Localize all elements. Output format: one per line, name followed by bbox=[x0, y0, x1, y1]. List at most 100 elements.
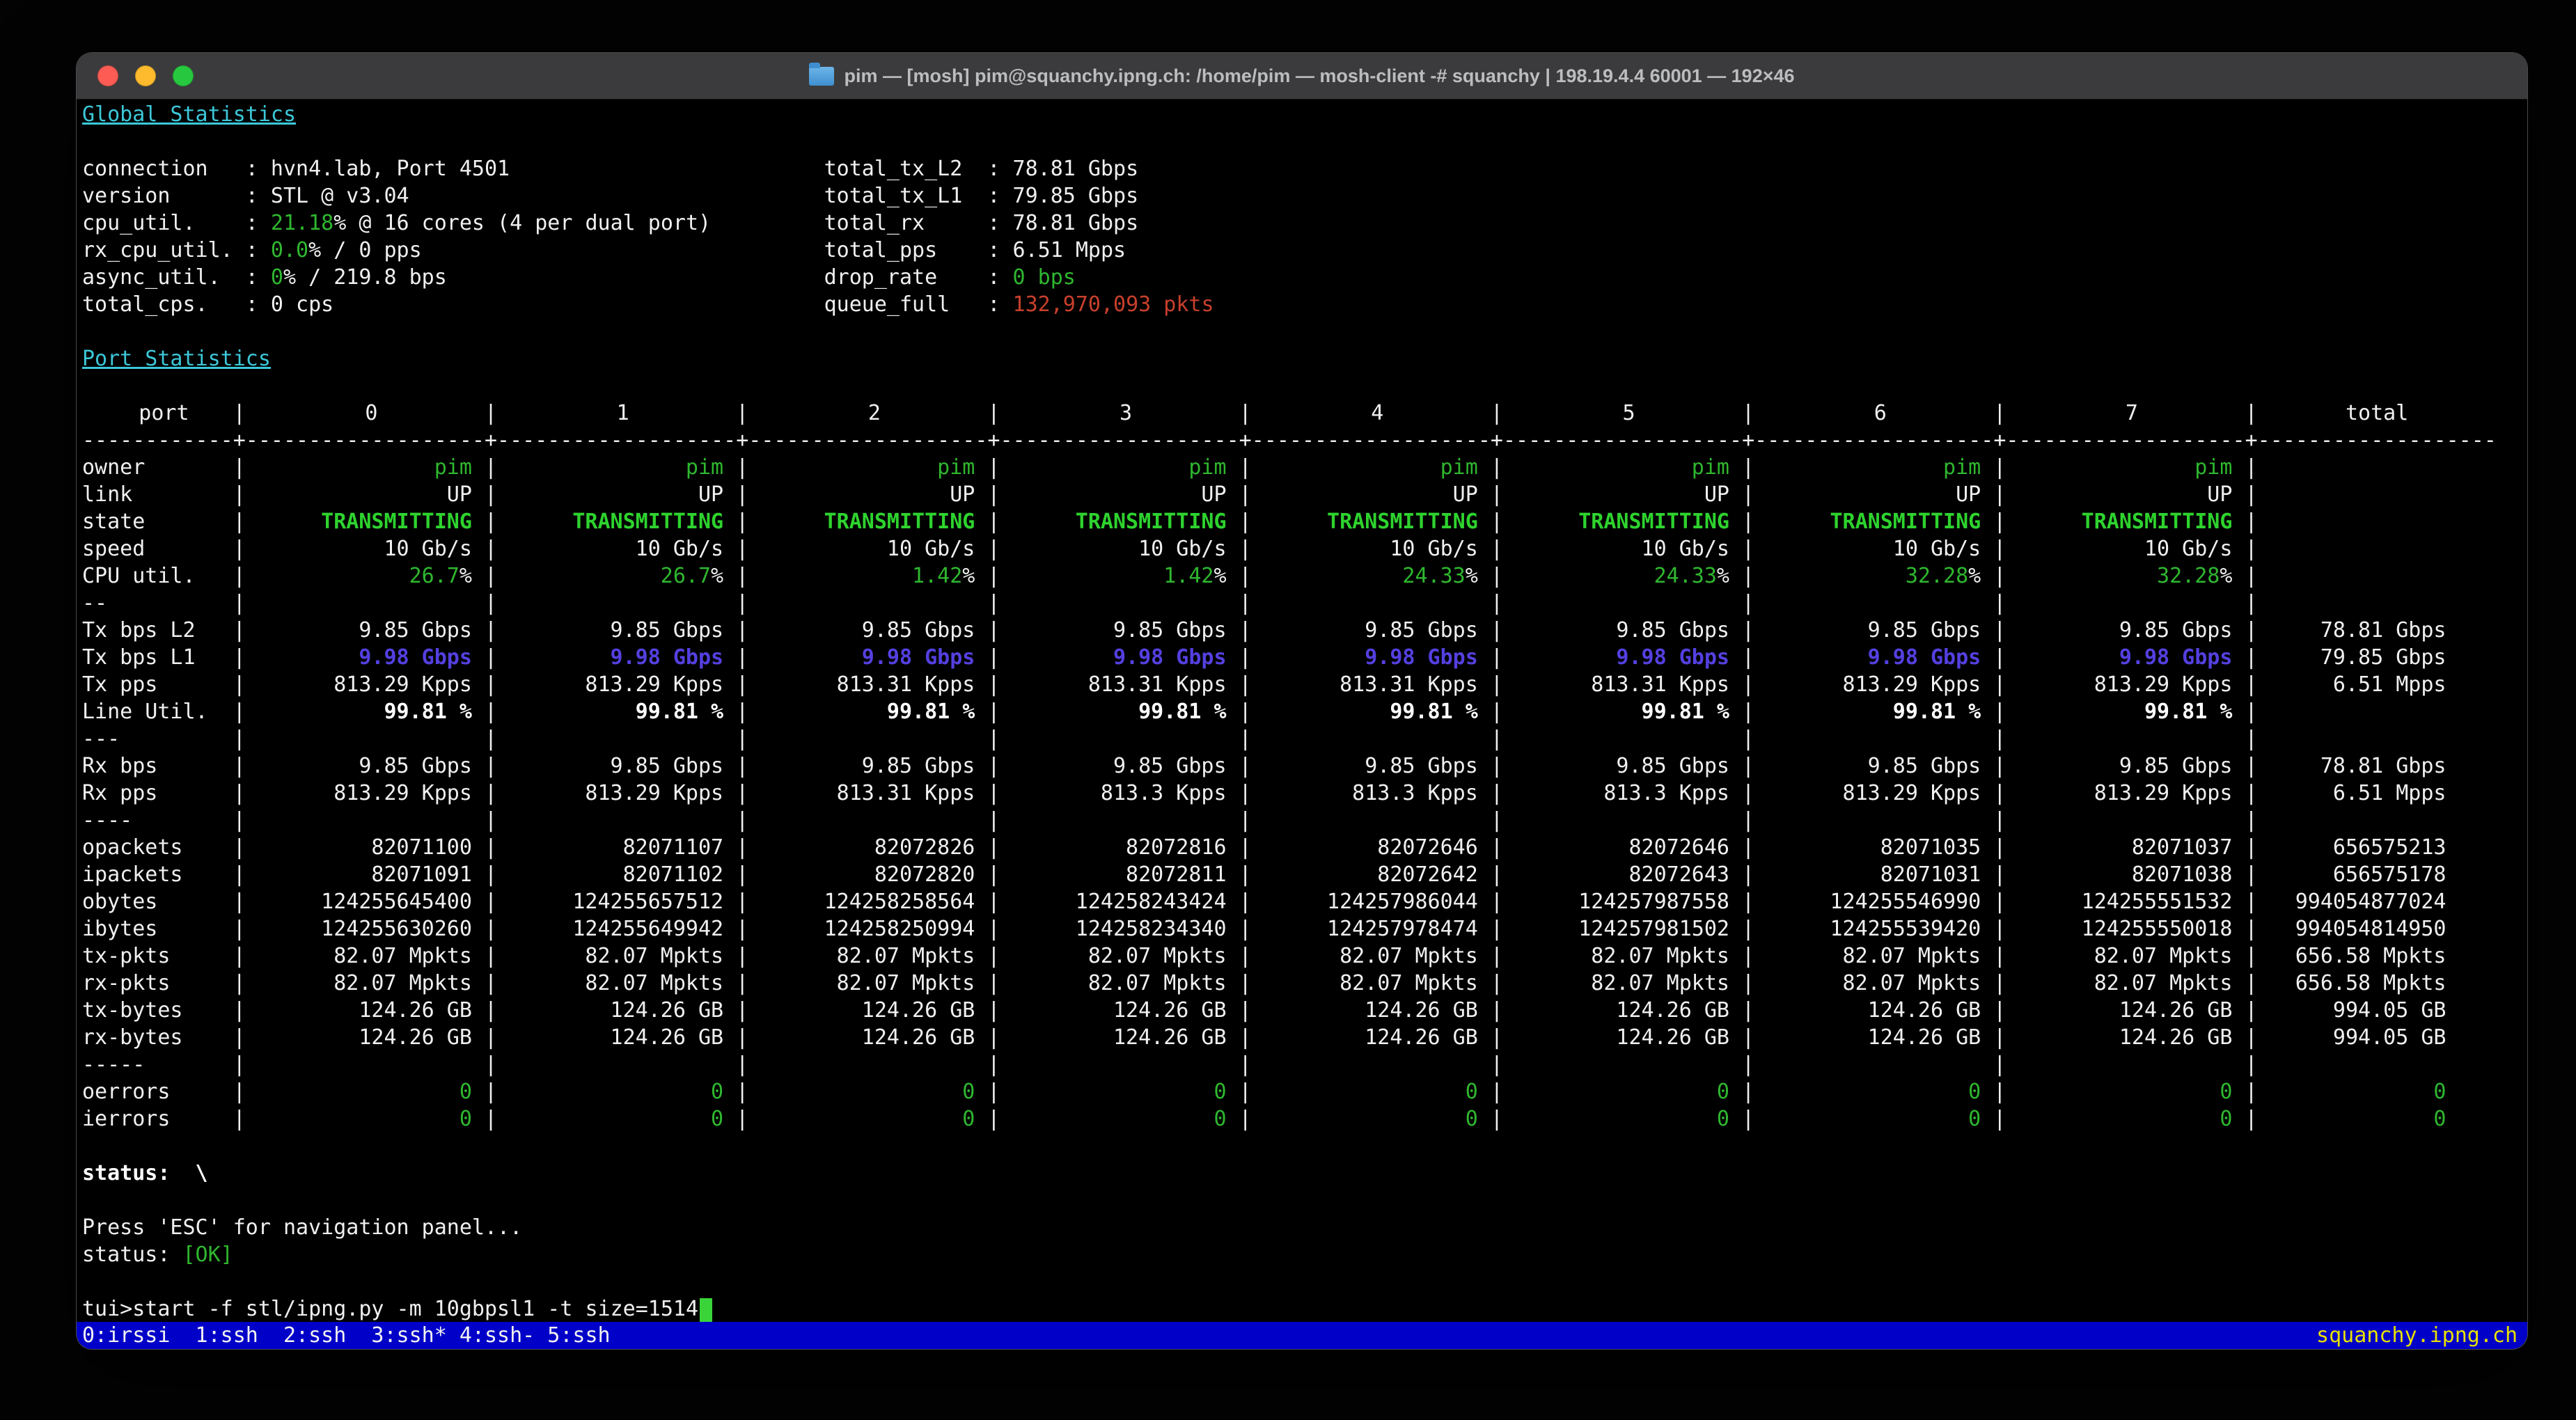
cell-port-5: 82.07 Mpkts | bbox=[1503, 942, 1754, 970]
cell-port-4: 813.3 Kpps | bbox=[1252, 780, 1503, 807]
row-label: --| bbox=[82, 590, 246, 617]
row-label: ---| bbox=[82, 725, 246, 752]
cell-port-6: TRANSMITTING | bbox=[1754, 508, 2006, 535]
row-label: CPU util.| bbox=[82, 562, 246, 590]
cell-port-4: 99.81 % | bbox=[1252, 698, 1503, 725]
row-label: Tx pps| bbox=[82, 671, 246, 698]
cell-total bbox=[2258, 1051, 2497, 1078]
cell-port-3: 813.3 Kpps | bbox=[1000, 780, 1251, 807]
cell-total bbox=[2258, 698, 2497, 725]
cell-port-4: TRANSMITTING | bbox=[1252, 508, 1503, 535]
cell-port-2: 124.26 GB | bbox=[748, 997, 1000, 1024]
close-button[interactable] bbox=[97, 65, 118, 86]
cell-port-7: 82.07 Mpkts | bbox=[2006, 970, 2257, 997]
cell-total bbox=[2258, 454, 2497, 481]
cell-port-5: 24.33% | bbox=[1503, 562, 1754, 590]
cell-total: 0 bbox=[2258, 1078, 2497, 1105]
cell-total: 6.51 Mpps bbox=[2258, 671, 2497, 698]
cell-port-7: 82071037 | bbox=[2006, 834, 2257, 861]
port-row-Txpps: Tx pps|813.29 Kpps |813.29 Kpps |813.31 … bbox=[82, 671, 2527, 698]
screen-statusbar: 0:irssi 1:ssh 2:ssh 3:ssh* 4:ssh- 5:ssh … bbox=[77, 1322, 2527, 1349]
cell-port-7: 124.26 GB | bbox=[2006, 997, 2257, 1024]
table-separator-line: ------------+-------------------+-------… bbox=[82, 427, 2527, 454]
cell-port-0: 99.81 % | bbox=[246, 698, 497, 725]
port-row-oerrors: oerrors|0 |0 |0 |0 |0 |0 |0 |0 |0 bbox=[82, 1078, 2527, 1105]
cell-port-7: 99.81 % | bbox=[2006, 698, 2257, 725]
cell-port-5: 10 Gb/s | bbox=[1503, 535, 1754, 562]
cell-port-5: 9.85 Gbps | bbox=[1503, 617, 1754, 644]
cell-port-3: 9.98 Gbps | bbox=[1000, 644, 1251, 671]
cell-port-5: 124.26 GB | bbox=[1503, 997, 1754, 1024]
global-stat-row-version: version: STL @ v3.04total_tx_L1: 79.85 G… bbox=[82, 182, 2527, 210]
cell-port-1: 0 | bbox=[497, 1105, 748, 1133]
cell-port-1: UP | bbox=[497, 481, 748, 508]
cell-port-1: 124255649942 | bbox=[497, 915, 748, 942]
cell-port-6: | bbox=[1754, 590, 2006, 617]
cell-port-0: 82.07 Mpkts | bbox=[246, 942, 497, 970]
cell-port-3: pim | bbox=[1000, 454, 1251, 481]
cell-port-5: 124.26 GB | bbox=[1503, 1024, 1754, 1051]
global-stat-right-total_tx_L2: total_tx_L2: 78.81 Gbps bbox=[824, 155, 1139, 182]
cell-port-3: | bbox=[1000, 725, 1251, 752]
cell-port-6: 124255546990 | bbox=[1754, 888, 2006, 915]
cell-port-2: UP | bbox=[748, 481, 1000, 508]
status-spinner-line: status: \ bbox=[82, 1160, 2527, 1187]
cell-port-7: 124255550018 | bbox=[2006, 915, 2257, 942]
global-stat-right-total_pps: total_pps: 6.51 Mpps bbox=[824, 237, 1126, 264]
cell-port-7: | bbox=[2006, 590, 2257, 617]
cell-port-7: UP | bbox=[2006, 481, 2257, 508]
port-row-LineUtil: Line Util.|99.81 % |99.81 % |99.81 % |99… bbox=[82, 698, 2527, 725]
cell-port-1: 10 Gb/s | bbox=[497, 535, 748, 562]
row-label: Tx bps L1| bbox=[82, 644, 246, 671]
global-stat-row-total_cps: total_cps.: 0 cpsqueue_full: 132,970,093… bbox=[82, 291, 2527, 318]
cell-port-0: 82071091 | bbox=[246, 861, 497, 888]
cell-port-0: 124.26 GB | bbox=[246, 1024, 497, 1051]
screen-hostname: squanchy.ipng.ch bbox=[2316, 1322, 2518, 1349]
cell-port-1: 0 | bbox=[497, 1078, 748, 1105]
cell-port-6: 124.26 GB | bbox=[1754, 997, 2006, 1024]
cell-port-5: pim | bbox=[1503, 454, 1754, 481]
column-header-0: 0| bbox=[246, 400, 497, 427]
cell-port-6: UP | bbox=[1754, 481, 2006, 508]
cell-port-0: 10 Gb/s | bbox=[246, 535, 497, 562]
zoom-button[interactable] bbox=[173, 65, 194, 86]
row-label: ierrors| bbox=[82, 1105, 246, 1133]
terminal-screen[interactable]: Global Statisticsconnection: hvn4.lab, P… bbox=[77, 100, 2527, 1322]
cell-port-5: 124257987558 | bbox=[1503, 888, 1754, 915]
cell-port-5: 82072643 | bbox=[1503, 861, 1754, 888]
cell-port-4: 124.26 GB | bbox=[1252, 997, 1503, 1024]
cell-port-0: 124255630260 | bbox=[246, 915, 497, 942]
cell-port-3: 82.07 Mpkts | bbox=[1000, 970, 1251, 997]
column-header-7: 7| bbox=[2006, 400, 2257, 427]
cell-port-4: | bbox=[1252, 590, 1503, 617]
cell-port-2: 124258250994 | bbox=[748, 915, 1000, 942]
cell-port-2: 813.31 Kpps | bbox=[748, 780, 1000, 807]
window-controls bbox=[97, 53, 194, 99]
cell-port-5: 124257981502 | bbox=[1503, 915, 1754, 942]
blank-line bbox=[82, 1268, 2527, 1295]
cell-port-6: 82.07 Mpkts | bbox=[1754, 970, 2006, 997]
column-header-6: 6| bbox=[1754, 400, 2006, 427]
cell-port-7: | bbox=[2006, 1051, 2257, 1078]
cell-port-6: 813.29 Kpps | bbox=[1754, 780, 2006, 807]
cell-port-5: | bbox=[1503, 807, 1754, 834]
minimize-button[interactable] bbox=[135, 65, 156, 86]
cell-port-4: 0 | bbox=[1252, 1105, 1503, 1133]
global-statistics-heading: Global Statistics bbox=[82, 101, 2527, 128]
cell-port-6: 0 | bbox=[1754, 1105, 2006, 1133]
cell-port-2: | bbox=[748, 590, 1000, 617]
row-label: ibytes| bbox=[82, 915, 246, 942]
port-row-obytes: obytes|124255645400 |124255657512 |12425… bbox=[82, 888, 2527, 915]
cell-port-7: 9.98 Gbps | bbox=[2006, 644, 2257, 671]
cell-total: 994054877024 bbox=[2258, 888, 2497, 915]
cell-port-2: 82.07 Mpkts | bbox=[748, 970, 1000, 997]
cell-port-0: 82.07 Mpkts | bbox=[246, 970, 497, 997]
cell-port-3: 10 Gb/s | bbox=[1000, 535, 1251, 562]
blank-line bbox=[82, 128, 2527, 155]
cell-port-5: 82.07 Mpkts | bbox=[1503, 970, 1754, 997]
cell-port-4: 124257986044 | bbox=[1252, 888, 1503, 915]
cell-total: 656.58 Mpkts bbox=[2258, 942, 2497, 970]
cell-port-3: 124258234340 | bbox=[1000, 915, 1251, 942]
cell-port-6: 9.85 Gbps | bbox=[1754, 617, 2006, 644]
cell-port-0: 813.29 Kpps | bbox=[246, 780, 497, 807]
